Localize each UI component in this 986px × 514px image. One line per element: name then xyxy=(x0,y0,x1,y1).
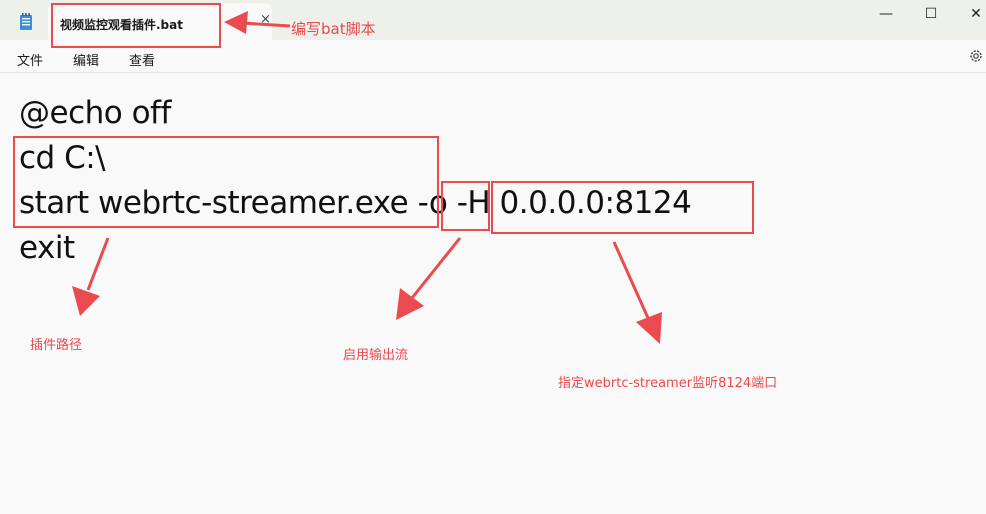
annotation-plugin-path: 插件路径 xyxy=(30,338,83,353)
annotation-write-bat: 编写bat脚本 xyxy=(291,20,376,38)
annotation-arrows xyxy=(72,11,662,344)
annotation-listen-port: 指定webrtc-streamer监听8124端口 xyxy=(558,376,778,391)
annotation-enable-output: 启用输出流 xyxy=(343,348,409,363)
